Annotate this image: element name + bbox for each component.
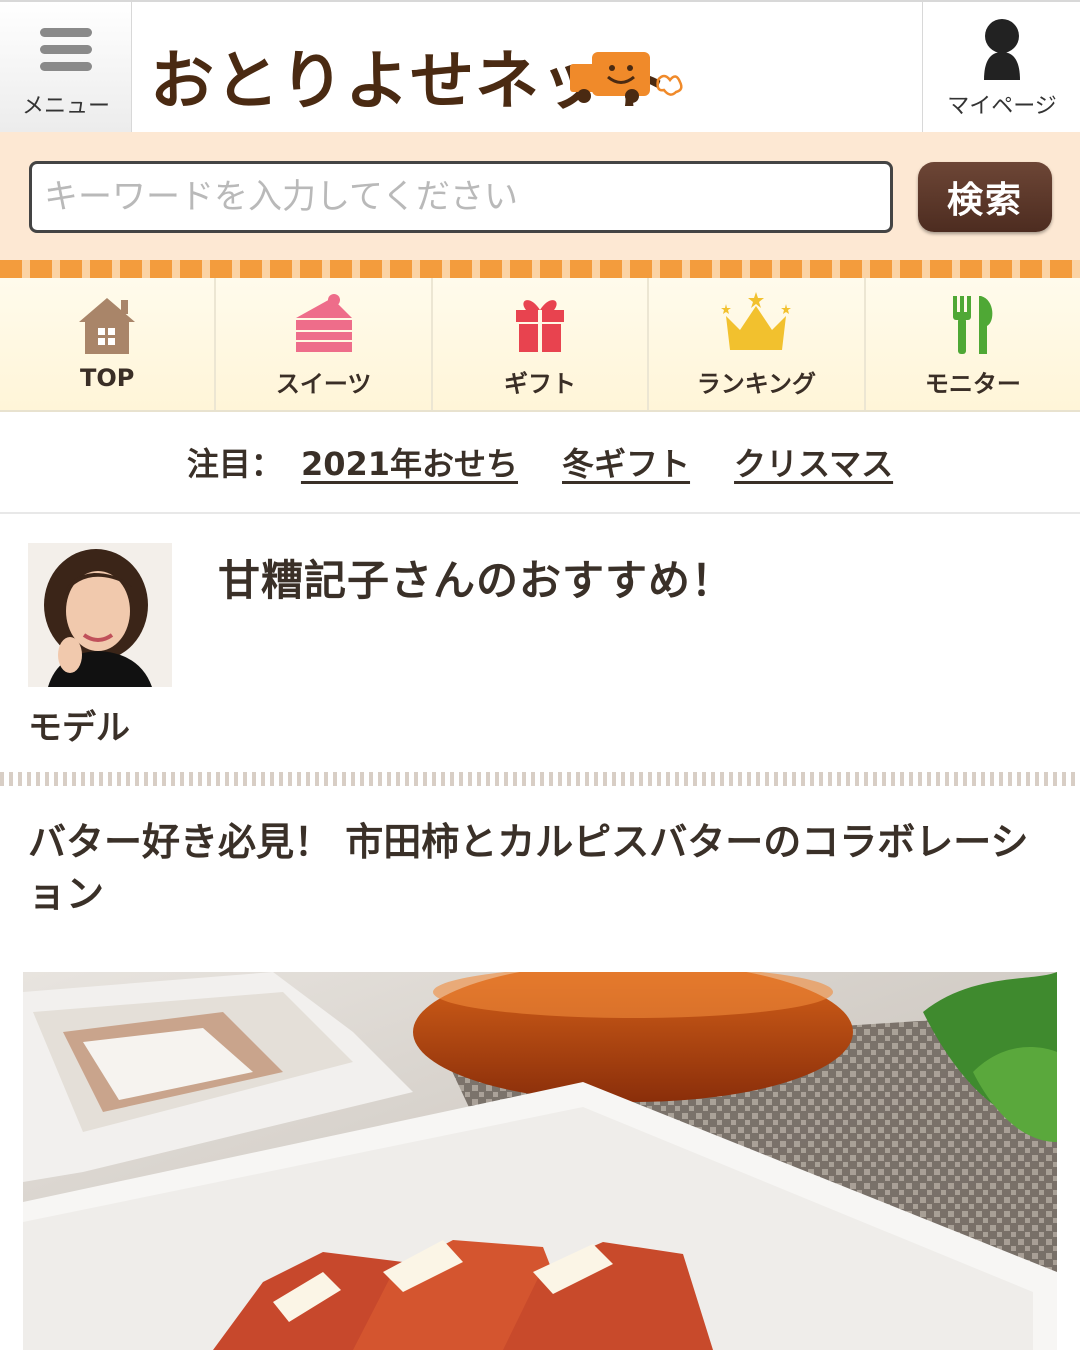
article-title: バター好き必見！ 市田柿とカルピスバターのコラボレーション — [28, 820, 1029, 916]
house-icon — [79, 298, 136, 354]
search-button[interactable]: 検索 — [918, 162, 1052, 232]
featured-links: 注目： 2021年おせち 冬ギフト クリスマス — [0, 412, 1080, 514]
truck-mascot-icon — [570, 52, 683, 103]
hamburger-icon — [40, 28, 92, 74]
user-icon — [984, 19, 1020, 80]
nav-item-ranking[interactable]: ランキング — [649, 278, 866, 410]
profile-heading: 甘糟記子さんのおすすめ！ — [218, 556, 735, 605]
nav-item-gift[interactable]: ギフト — [433, 278, 650, 410]
featured-link-christmas[interactable]: クリスマス — [734, 439, 893, 485]
site-header: メニュー おとりよせネット マイページ — [0, 0, 1080, 132]
nav-label: ランキング — [696, 370, 817, 398]
search-input[interactable] — [29, 161, 893, 233]
nav-item-sweets[interactable]: スイーツ — [216, 278, 433, 410]
nav-label: ギフト — [504, 370, 577, 398]
article-photo — [23, 972, 1057, 1350]
avatar — [28, 543, 172, 687]
mypage-button[interactable]: マイページ — [922, 2, 1080, 132]
featured-link-osechi[interactable]: 2021年おせち — [301, 439, 518, 485]
crown-icon — [721, 292, 792, 350]
article-photo-image — [23, 972, 1057, 1350]
featured-link-winter-gift[interactable]: 冬ギフト — [562, 439, 690, 485]
decorative-stripe — [0, 260, 1080, 278]
nav-label: スイーツ — [275, 370, 372, 398]
search-bar: 検索 — [0, 132, 1080, 260]
nav-item-monitor[interactable]: モニター — [866, 278, 1080, 410]
fork-knife-icon — [952, 296, 993, 354]
gift-icon — [516, 300, 565, 352]
menu-button[interactable]: メニュー — [0, 2, 132, 132]
menu-label: メニュー — [21, 94, 110, 119]
nav-label: モニター — [924, 370, 1021, 398]
category-nav: TOP スイーツ ギフト ランキング モニター — [0, 278, 1080, 412]
nav-label: TOP — [80, 364, 135, 392]
site-logo[interactable]: おとりよせネット — [150, 22, 710, 119]
profile-role: モデル — [28, 708, 130, 748]
featured-prefix: 注目： — [186, 445, 283, 483]
section-divider — [0, 772, 1080, 786]
avatar-photo — [28, 543, 172, 687]
cake-icon — [295, 294, 352, 352]
mypage-label: マイページ — [947, 94, 1057, 119]
nav-item-top[interactable]: TOP — [0, 278, 217, 410]
